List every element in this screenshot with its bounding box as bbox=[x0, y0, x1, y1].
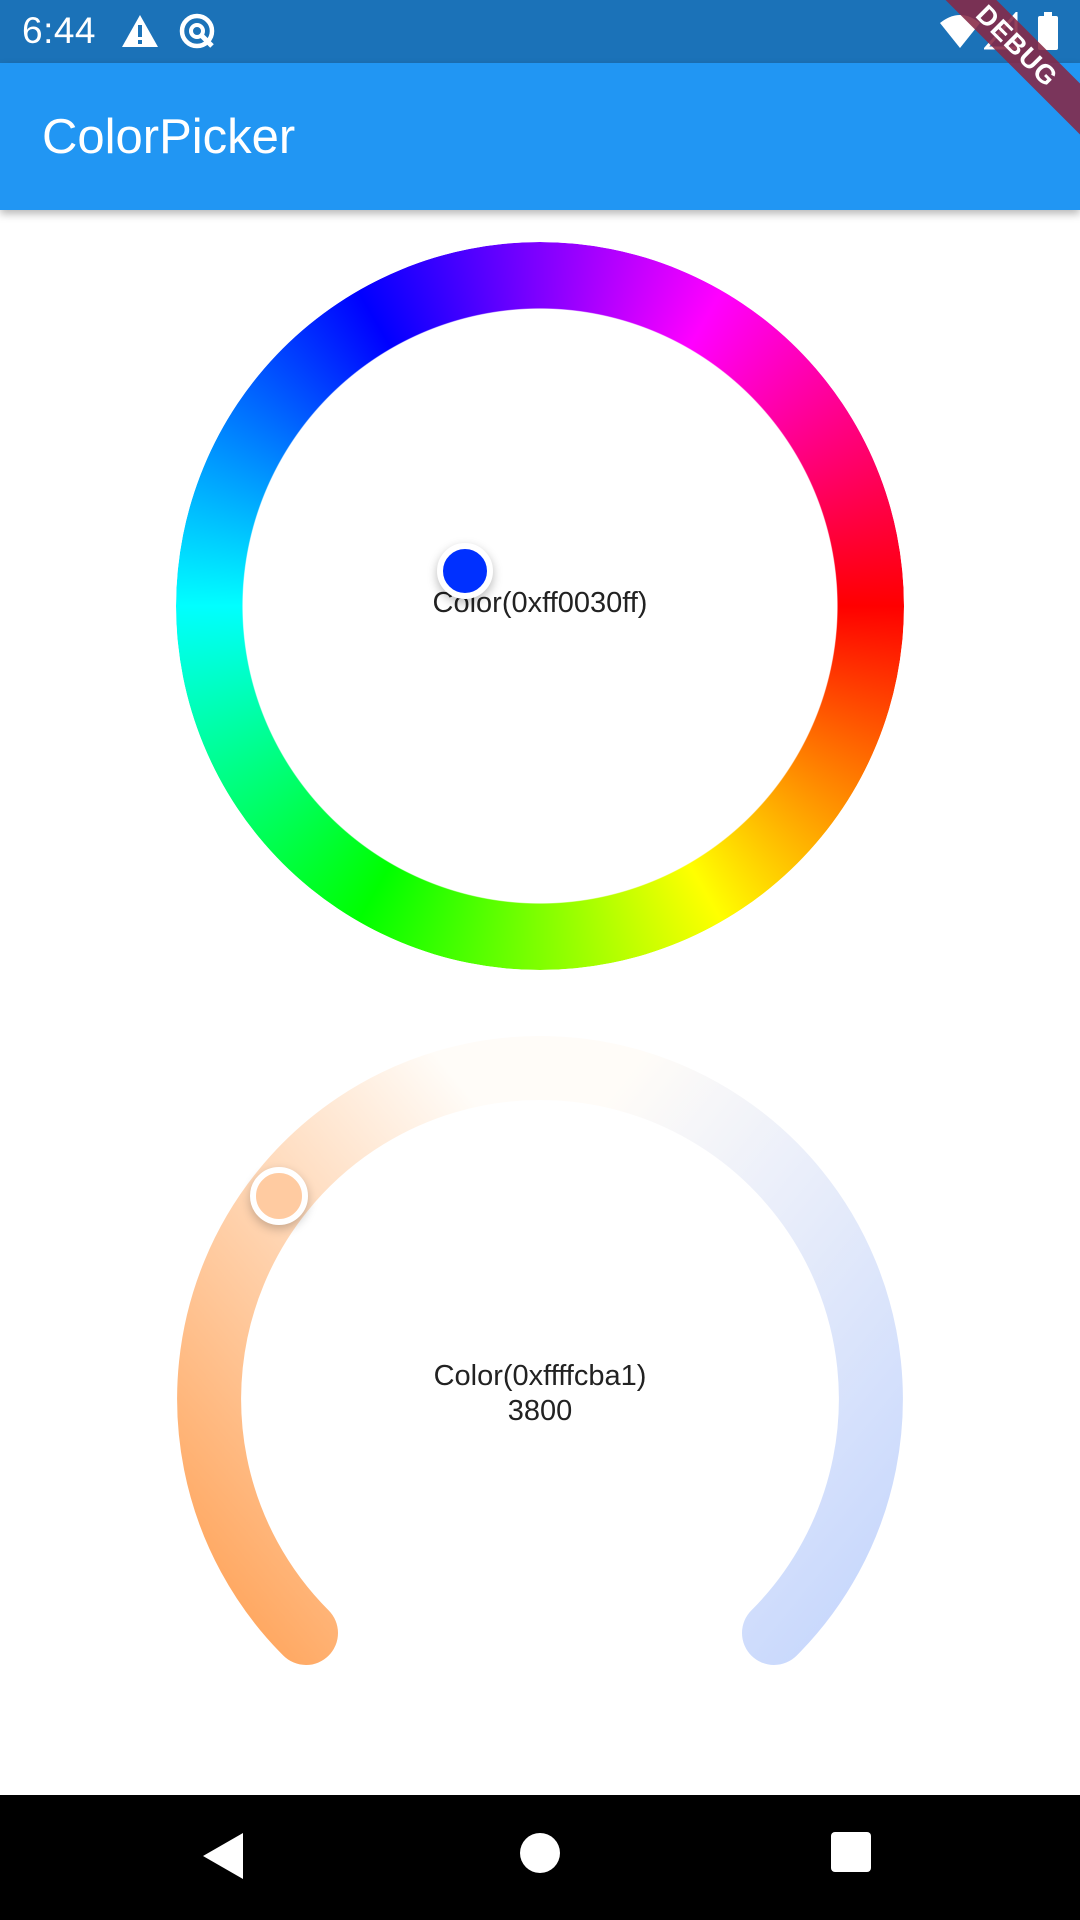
hue-color-value: Color(0xff0030ff) bbox=[432, 587, 648, 619]
navigation-bar bbox=[0, 1795, 1080, 1920]
back-icon[interactable] bbox=[201, 1831, 245, 1881]
recents-icon[interactable] bbox=[831, 1832, 871, 1872]
hue-wheel-picker[interactable]: Color(0xff0030ff) bbox=[176, 242, 904, 970]
warning-icon bbox=[122, 15, 158, 47]
sync-icon bbox=[179, 13, 215, 49]
home-icon[interactable] bbox=[520, 1833, 560, 1873]
app-title: ColorPicker bbox=[42, 110, 296, 164]
temperature-arc-warm-half[interactable] bbox=[177, 1036, 572, 1665]
status-bar: 6:44 bbox=[0, 0, 1080, 63]
app-bar: ColorPicker bbox=[0, 63, 1080, 210]
temperature-picker-thumb[interactable] bbox=[249, 1166, 308, 1225]
hue-picker-thumb[interactable] bbox=[437, 543, 493, 599]
app-screen: 6:44 ColorPicker DEBUG Color(0xff0030ff) bbox=[0, 0, 1080, 1920]
temperature-arc-cool-half[interactable] bbox=[508, 1036, 903, 1665]
temperature-picker[interactable]: Color(0xffffcba1) 3800 bbox=[176, 1035, 904, 1763]
temperature-kelvin-value: 3800 bbox=[507, 1395, 573, 1427]
status-time: 6:44 bbox=[22, 10, 97, 51]
temperature-value: Color(0xffffcba1) 3800 bbox=[176, 1359, 904, 1429]
temperature-color-value: Color(0xffffcba1) bbox=[433, 1360, 647, 1392]
